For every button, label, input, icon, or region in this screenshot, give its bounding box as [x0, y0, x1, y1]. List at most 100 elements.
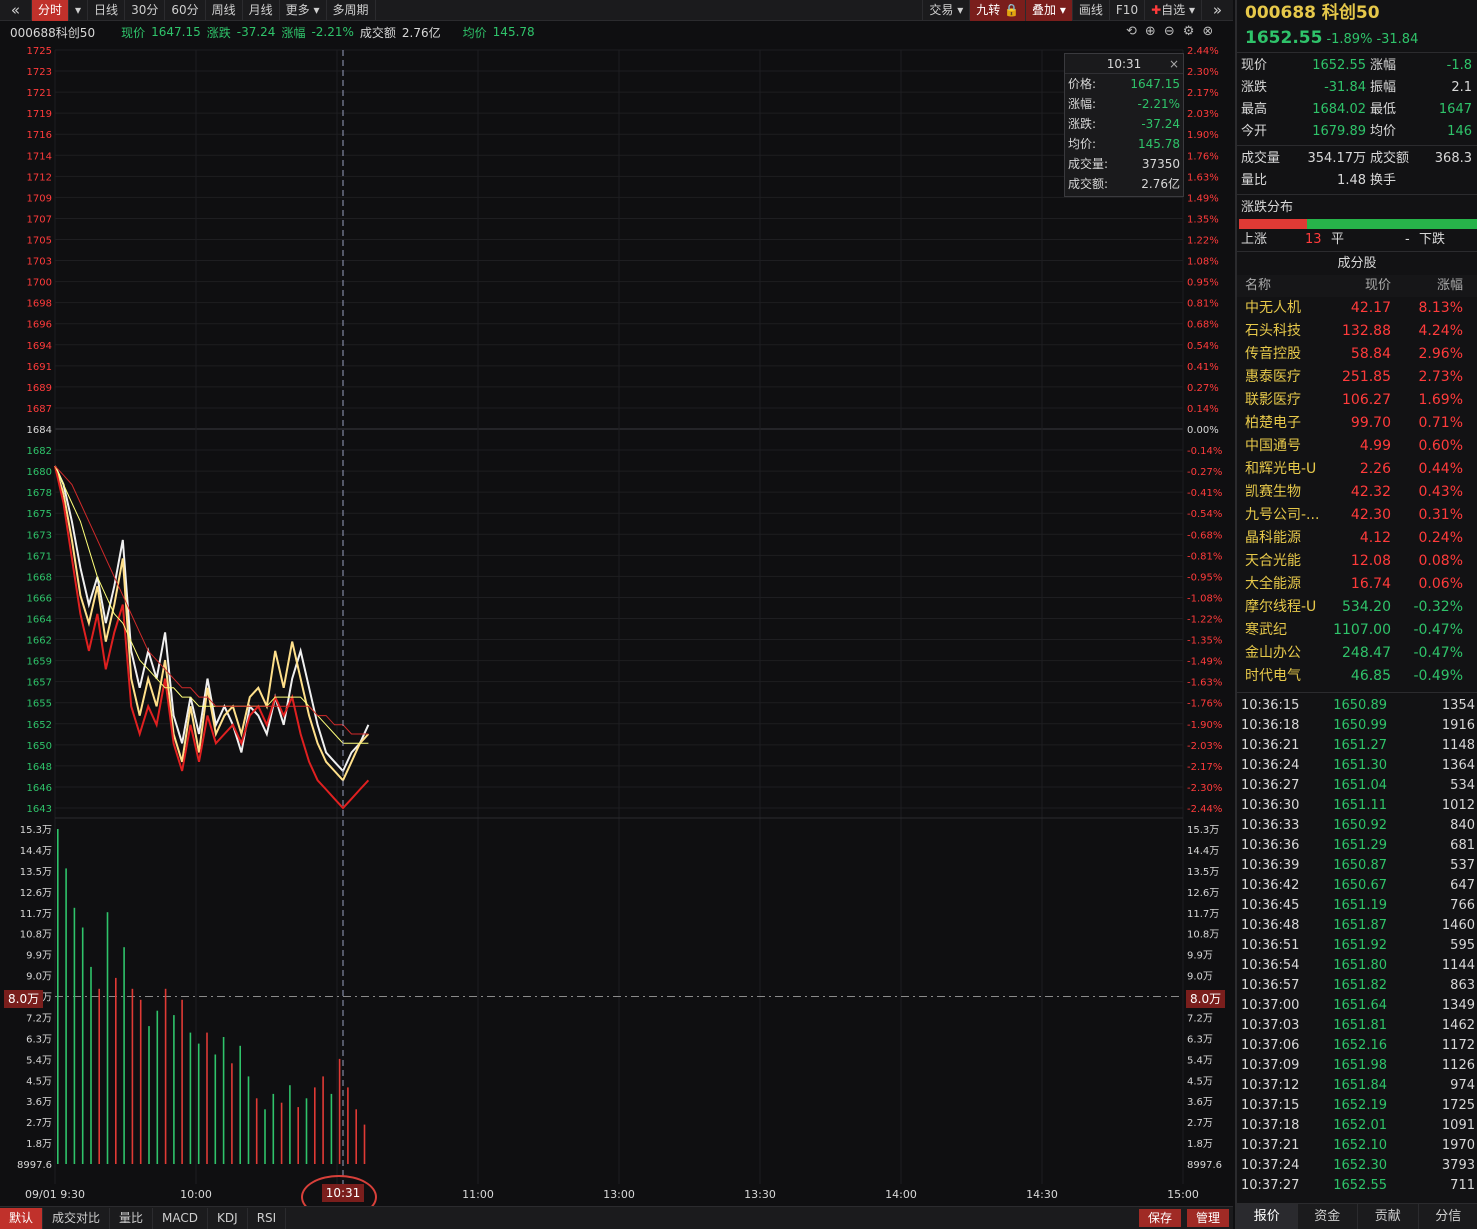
- tab-daily[interactable]: 日线: [88, 0, 126, 21]
- component-row[interactable]: 寒武纪 1107.00 -0.47%: [1237, 619, 1477, 642]
- component-row[interactable]: 大全能源 16.74 0.06%: [1237, 573, 1477, 596]
- tick-row: 10:37:03 1651.81 1462: [1237, 1016, 1477, 1036]
- dist-bar-up: [1239, 219, 1307, 229]
- component-row[interactable]: 凯赛生物 42.32 0.43%: [1237, 481, 1477, 504]
- time-tick-label: 09/01 9:30: [25, 1188, 85, 1201]
- quote-infoline: 000688科创50 现价 1647.15 涨跌 -37.24 涨幅 -2.21…: [0, 22, 1233, 42]
- tooltip-row: 价格: 1647.15: [1065, 74, 1183, 94]
- pct-tick-label: 0.27%: [1187, 383, 1219, 394]
- col-name[interactable]: 名称: [1237, 275, 1325, 297]
- collapse-right-icon[interactable]: »: [1201, 0, 1233, 21]
- volume-tick-label: 7.2万: [26, 1013, 52, 1024]
- component-row[interactable]: 联影医疗 106.27 1.69%: [1237, 389, 1477, 412]
- draw-button[interactable]: 画线: [1071, 0, 1109, 21]
- volume-bar: [65, 868, 67, 1164]
- tab-contribution[interactable]: 贡献: [1358, 1204, 1419, 1229]
- component-row[interactable]: 石头科技 132.88 4.24%: [1237, 320, 1477, 343]
- component-row[interactable]: 柏楚电子 99.70 0.71%: [1237, 412, 1477, 435]
- tab-rsi[interactable]: RSI: [248, 1207, 287, 1229]
- close-icon[interactable]: ×: [1169, 54, 1179, 74]
- volume-bar: [280, 1102, 283, 1164]
- chart-canvas[interactable]: 1725 2.44% 1723 2.30% 1721 2.17% 1719 2.03% 1716…: [0, 42, 1233, 1206]
- tick-row: 10:36:24 1651.30 1364: [1237, 756, 1477, 776]
- avg-value: 145.78: [492, 25, 535, 39]
- component-name: 时代电气: [1245, 668, 1301, 684]
- volume-tick-label: 11.7万: [1187, 909, 1219, 920]
- tab-funds[interactable]: 资金: [1298, 1204, 1358, 1229]
- tick-time: 10:36:15: [1241, 698, 1300, 713]
- trade-button[interactable]: 交易 ▾: [922, 0, 969, 21]
- component-row[interactable]: 中无人机 42.17 8.13%: [1237, 297, 1477, 320]
- volume-tick-label: 2.7万: [26, 1118, 52, 1129]
- pct-tick-label: 1.63%: [1187, 172, 1219, 183]
- tab-volume-compare[interactable]: 成交对比: [43, 1207, 111, 1229]
- component-row[interactable]: 时代电气 46.85 -0.49%: [1237, 665, 1477, 688]
- tab-quote[interactable]: 报价: [1237, 1204, 1298, 1229]
- pct-tick-label: 2.44%: [1187, 46, 1219, 57]
- dist-bar: [1239, 219, 1477, 229]
- component-row[interactable]: 九号公司-... 42.30 0.31%: [1237, 504, 1477, 527]
- refresh-icon[interactable]: ⟲: [1126, 24, 1137, 39]
- quote-row: 成交量 354.17万 成交额 368.3: [1237, 148, 1477, 170]
- dropdown-arrow-icon[interactable]: ▾: [69, 0, 89, 21]
- volume-bar: [189, 1032, 192, 1164]
- components-list: 中无人机 42.17 8.13% 石头科技 132.88 4.24% 传音控股 58.84 2.…: [1237, 297, 1477, 688]
- volume-tick-label: 8997.6: [17, 1160, 52, 1171]
- zoom-out-icon[interactable]: ⊖: [1164, 24, 1175, 39]
- pct-tick-label: -0.14%: [1187, 446, 1222, 457]
- tab-60min[interactable]: 60分: [165, 0, 206, 21]
- component-row[interactable]: 晶科能源 4.12 0.24%: [1237, 527, 1477, 550]
- component-row[interactable]: 传音控股 58.84 2.96%: [1237, 343, 1477, 366]
- component-name: 晶科能源: [1245, 530, 1301, 546]
- zoom-in-icon[interactable]: ⊕: [1145, 24, 1156, 39]
- tab-analysis[interactable]: 分信: [1419, 1204, 1477, 1229]
- quote-value: -31.84: [1324, 80, 1366, 95]
- settings-icon[interactable]: ⚙: [1183, 24, 1195, 39]
- component-row[interactable]: 金山办公 248.47 -0.47%: [1237, 642, 1477, 665]
- collapse-left-icon[interactable]: «: [0, 0, 32, 21]
- pct-tick-label: 0.68%: [1187, 320, 1219, 331]
- tick-time: 10:36:42: [1241, 878, 1300, 893]
- price-value: 1647.15: [151, 25, 201, 39]
- component-name: 寒武纪: [1245, 622, 1287, 638]
- tick-time: 10:36:57: [1241, 978, 1300, 993]
- save-button[interactable]: 保存: [1138, 1209, 1181, 1227]
- tick-time: 10:37:09: [1241, 1058, 1300, 1073]
- manage-button[interactable]: 管理: [1186, 1209, 1229, 1227]
- jiuzhuan-button[interactable]: 九转 🔒: [969, 0, 1026, 21]
- volume-bar: [214, 1054, 217, 1164]
- col-price[interactable]: 现价: [1325, 275, 1391, 297]
- component-row[interactable]: 惠泰医疗 251.85 2.73%: [1237, 366, 1477, 389]
- component-row[interactable]: 中国通号 4.99 0.60%: [1237, 435, 1477, 458]
- tab-multi-period[interactable]: 多周期: [327, 0, 376, 21]
- f10-button[interactable]: F10: [1108, 0, 1144, 21]
- component-row[interactable]: 摩尔线程-U 534.20 -0.32%: [1237, 596, 1477, 619]
- col-pct[interactable]: 涨幅: [1391, 275, 1463, 297]
- pct-tick-label: -0.54%: [1187, 509, 1222, 520]
- tick-volume: 1460: [1441, 918, 1475, 933]
- component-price: 46.85: [1350, 668, 1391, 684]
- component-name: 传音控股: [1245, 346, 1301, 362]
- tab-more[interactable]: 更多 ▾: [280, 0, 327, 21]
- tick-time: 10:36:30: [1241, 798, 1300, 813]
- tick-time: 10:36:48: [1241, 918, 1300, 933]
- tab-kdj[interactable]: KDJ: [208, 1207, 248, 1229]
- tab-30min[interactable]: 30分: [125, 0, 166, 21]
- component-row[interactable]: 和辉光电-U 2.26 0.44%: [1237, 458, 1477, 481]
- intraday-chart[interactable]: 1725 2.44% 1723 2.30% 1721 2.17% 1719 2.03% 1716…: [0, 42, 1233, 1206]
- change-label: 涨跌: [206, 25, 231, 40]
- component-row[interactable]: 天合光能 12.08 0.08%: [1237, 550, 1477, 573]
- close-icon[interactable]: ⊗: [1202, 24, 1213, 39]
- tab-monthly[interactable]: 月线: [243, 0, 280, 21]
- watchlist-button[interactable]: ✚自选 ▾: [1144, 0, 1201, 21]
- price-series-line: [54, 465, 370, 810]
- tick-volume: 647: [1450, 878, 1475, 893]
- tab-macd[interactable]: MACD: [153, 1207, 209, 1229]
- tab-intraday[interactable]: 分时: [32, 0, 70, 21]
- tab-default[interactable]: 默认: [0, 1207, 44, 1229]
- price-tick-label: 1714: [27, 151, 52, 162]
- overlay-button[interactable]: 叠加 ▾: [1025, 0, 1072, 21]
- tab-weekly[interactable]: 周线: [206, 0, 243, 21]
- flat-count: -: [1405, 232, 1410, 247]
- tab-volume-ratio[interactable]: 量比: [110, 1207, 154, 1229]
